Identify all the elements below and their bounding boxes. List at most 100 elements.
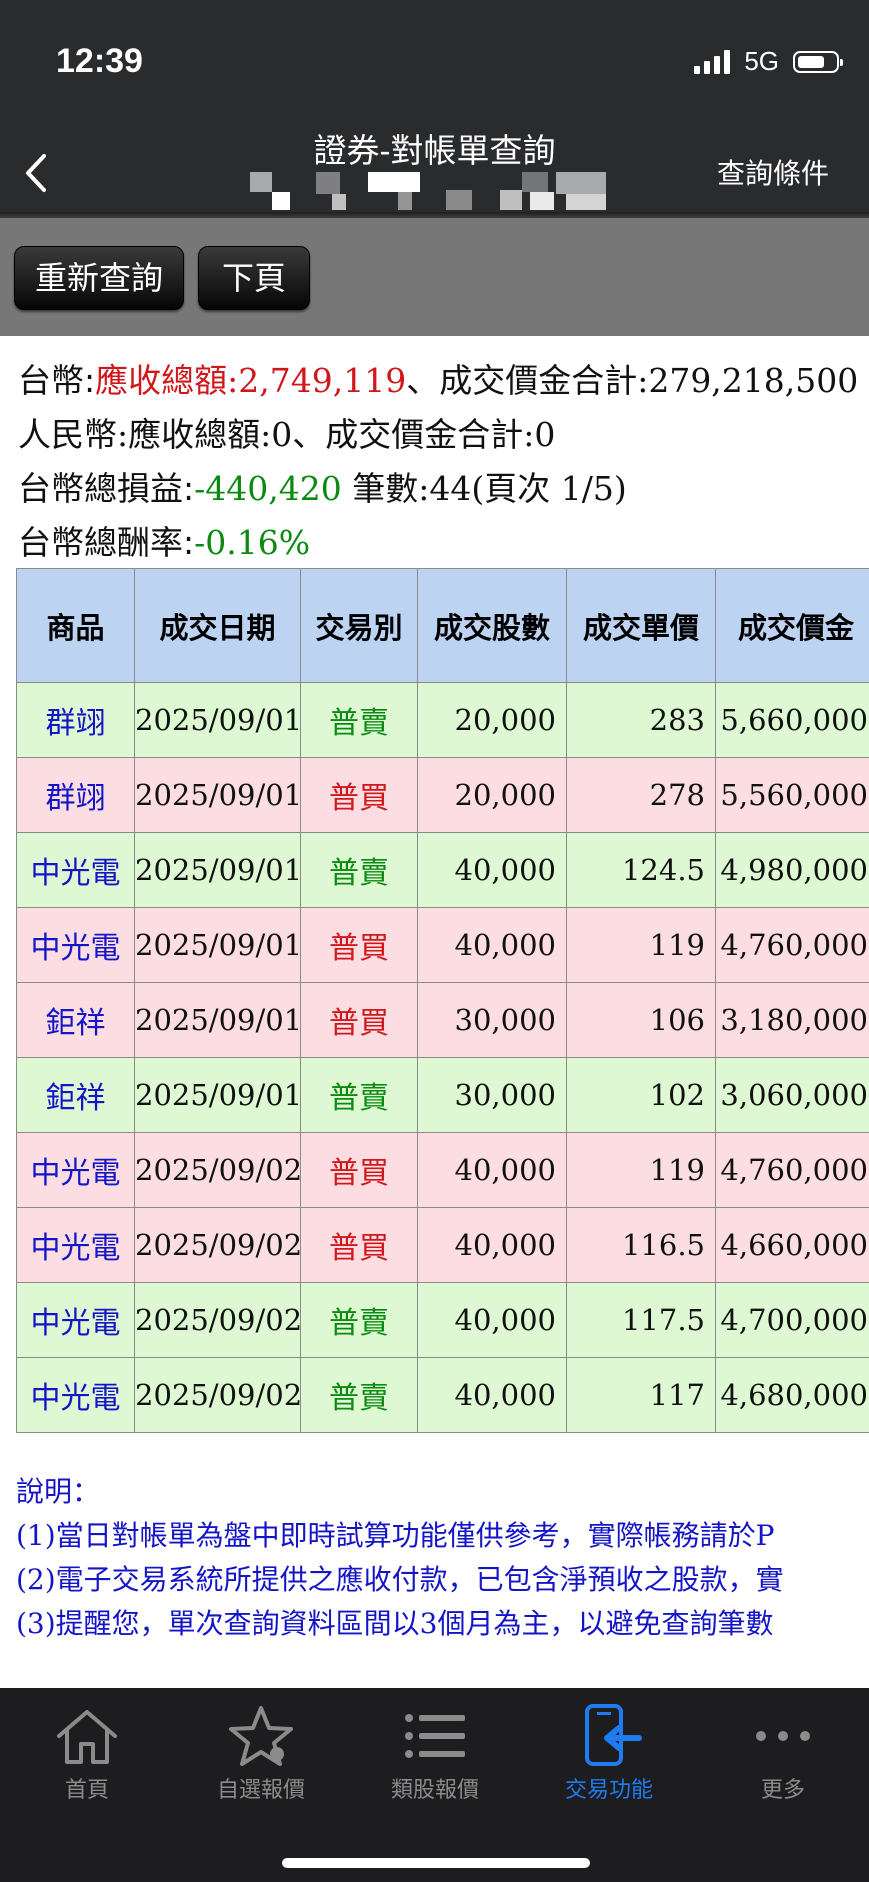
date-cell: 2025/09/01 — [134, 907, 302, 983]
col-header-product: 商品 — [16, 568, 135, 683]
col-header-price: 成交單價 — [566, 568, 716, 683]
statement-table: 商品 成交日期 交易別 成交股數 成交單價 成交價金 群翊 2025/09/01… — [16, 568, 869, 1433]
table-row[interactable]: 群翊 2025/09/01 普賣 20,000 283 5,660,000 — [16, 682, 869, 758]
note-line: (3)提醒您，單次查詢資料區間以3個月為主，以避免查詢筆數 — [16, 1607, 774, 1640]
network-label: 5G — [744, 46, 779, 76]
trade-type-cell: 普買 — [300, 757, 418, 833]
tab-label: 類股報價 — [390, 1778, 479, 1803]
status-indicators: 5G — [694, 46, 843, 77]
requery-button[interactable]: 重新查詢 — [14, 246, 184, 310]
next-page-button[interactable]: 下頁 — [198, 246, 310, 310]
shares-cell: 40,000 — [417, 1207, 567, 1283]
shares-cell: 40,000 — [417, 1282, 567, 1358]
price-cell: 117 — [566, 1357, 716, 1433]
col-header-shares: 成交股數 — [417, 568, 567, 683]
col-header-amount: 成交價金 — [715, 568, 869, 683]
trade-type-cell: 普賣 — [300, 682, 418, 758]
twd-label: 台幣: — [18, 361, 96, 400]
table-row[interactable]: 中光電 2025/09/01 普賣 40,000 124.5 4,980,000 — [16, 832, 869, 908]
table-row[interactable]: 中光電 2025/09/02 普買 40,000 116.5 4,660,000 — [16, 1207, 869, 1283]
amount-cell: 4,660,000 — [715, 1207, 869, 1283]
notes-section: 說明： (1)當日對帳單為盤中即時試算功能僅供參考，實際帳務請於P (2)電子交… — [16, 1470, 869, 1646]
tab-trading[interactable]: 交易功能 — [522, 1704, 696, 1804]
account-mask — [250, 172, 610, 210]
shares-cell: 30,000 — [417, 982, 567, 1058]
home-icon — [57, 1710, 117, 1764]
amount-cell: 4,680,000 — [715, 1357, 869, 1433]
date-cell: 2025/09/01 — [134, 832, 302, 908]
trade-type-cell: 普買 — [300, 1207, 418, 1283]
summary-panel: 台幣:應收總額:2,749,119、成交價金合計:279,218,500 人民幣… — [18, 354, 858, 570]
amount-cell: 3,180,000 — [715, 982, 869, 1058]
shares-cell: 40,000 — [417, 907, 567, 983]
shares-cell: 30,000 — [417, 1057, 567, 1133]
product-cell[interactable]: 中光電 — [16, 1207, 135, 1283]
product-cell[interactable]: 鉅祥 — [16, 982, 135, 1058]
signal-icon — [694, 49, 731, 74]
product-cell[interactable]: 中光電 — [16, 1357, 135, 1433]
price-cell: 117.5 — [566, 1282, 716, 1358]
amount-cell: 3,060,000 — [715, 1057, 869, 1133]
trade-icon — [585, 1704, 642, 1766]
home-indicator[interactable] — [282, 1858, 590, 1868]
price-cell: 119 — [566, 1132, 716, 1208]
table-header-row: 商品 成交日期 交易別 成交股數 成交單價 成交價金 — [16, 568, 869, 683]
tab-sector-quotes[interactable]: 類股報價 — [348, 1704, 522, 1804]
product-cell[interactable]: 群翊 — [16, 682, 135, 758]
date-cell: 2025/09/01 — [134, 982, 302, 1058]
notes-title: 說明： — [16, 1475, 101, 1508]
shares-cell: 20,000 — [417, 757, 567, 833]
tab-label: 交易功能 — [564, 1778, 653, 1803]
price-cell: 278 — [566, 757, 716, 833]
price-cell: 283 — [566, 682, 716, 758]
trade-type-cell: 普賣 — [300, 1057, 418, 1133]
amount-cell: 4,760,000 — [715, 907, 869, 983]
date-cell: 2025/09/01 — [134, 682, 302, 758]
product-cell[interactable]: 中光電 — [16, 1132, 135, 1208]
amount-cell: 4,760,000 — [715, 1132, 869, 1208]
tab-home[interactable]: 首頁 — [0, 1704, 174, 1804]
trade-type-cell: 普買 — [300, 907, 418, 983]
price-cell: 106 — [566, 982, 716, 1058]
product-cell[interactable]: 鉅祥 — [16, 1057, 135, 1133]
date-cell: 2025/09/02 — [134, 1207, 302, 1283]
battery-icon — [793, 50, 843, 73]
price-cell: 124.5 — [566, 832, 716, 908]
pl-summary-line: 台幣總損益:-440,420 筆數:44(頁次 1/5) — [18, 462, 858, 516]
product-cell[interactable]: 群翊 — [16, 757, 135, 833]
tab-label: 自選報價 — [216, 1778, 305, 1803]
list-icon — [405, 1714, 465, 1758]
date-cell: 2025/09/01 — [134, 1057, 302, 1133]
table-row[interactable]: 中光電 2025/09/01 普買 40,000 119 4,760,000 — [16, 907, 869, 983]
return-summary-line: 台幣總酬率:-0.16% — [18, 516, 858, 570]
table-row[interactable]: 中光電 2025/09/02 普買 40,000 119 4,760,000 — [16, 1132, 869, 1208]
shares-cell: 20,000 — [417, 682, 567, 758]
price-cell: 116.5 — [566, 1207, 716, 1283]
table-row[interactable]: 鉅祥 2025/09/01 普賣 30,000 102 3,060,000 — [16, 1057, 869, 1133]
product-cell[interactable]: 中光電 — [16, 832, 135, 908]
tab-watchlist[interactable]: 自選報價 — [174, 1704, 348, 1804]
price-cell: 102 — [566, 1057, 716, 1133]
record-count: 筆數:44(頁次 1/5) — [341, 469, 627, 508]
trade-type-cell: 普賣 — [300, 832, 418, 908]
shares-cell: 40,000 — [417, 1357, 567, 1433]
star-icon — [229, 1706, 293, 1766]
query-conditions-button[interactable]: 查詢條件 — [717, 152, 829, 192]
tab-label: 更多 — [760, 1778, 805, 1803]
table-row[interactable]: 中光電 2025/09/02 普賣 40,000 117 4,680,000 — [16, 1357, 869, 1433]
date-cell: 2025/09/02 — [134, 1132, 302, 1208]
note-line: (2)電子交易系統所提供之應收付款，已包含淨預收之股款，實 — [16, 1563, 784, 1596]
product-cell[interactable]: 中光電 — [16, 1282, 135, 1358]
table-row[interactable]: 群翊 2025/09/01 普買 20,000 278 5,560,000 — [16, 757, 869, 833]
top-bar: 12:39 5G 證券-對帳單查詢 查詢條件 — [0, 0, 869, 218]
status-time: 12:39 — [56, 42, 143, 80]
date-cell: 2025/09/02 — [134, 1282, 302, 1358]
col-header-date: 成交日期 — [134, 568, 301, 683]
table-row[interactable]: 中光電 2025/09/02 普賣 40,000 117.5 4,700,000 — [16, 1282, 869, 1358]
twd-receivable: 應收總額:2,749,119 — [95, 361, 407, 400]
tab-more[interactable]: 更多 — [696, 1704, 869, 1804]
product-cell[interactable]: 中光電 — [16, 907, 135, 983]
trade-type-cell: 普賣 — [300, 1282, 418, 1358]
amount-cell: 4,700,000 — [715, 1282, 869, 1358]
table-row[interactable]: 鉅祥 2025/09/01 普買 30,000 106 3,180,000 — [16, 982, 869, 1058]
